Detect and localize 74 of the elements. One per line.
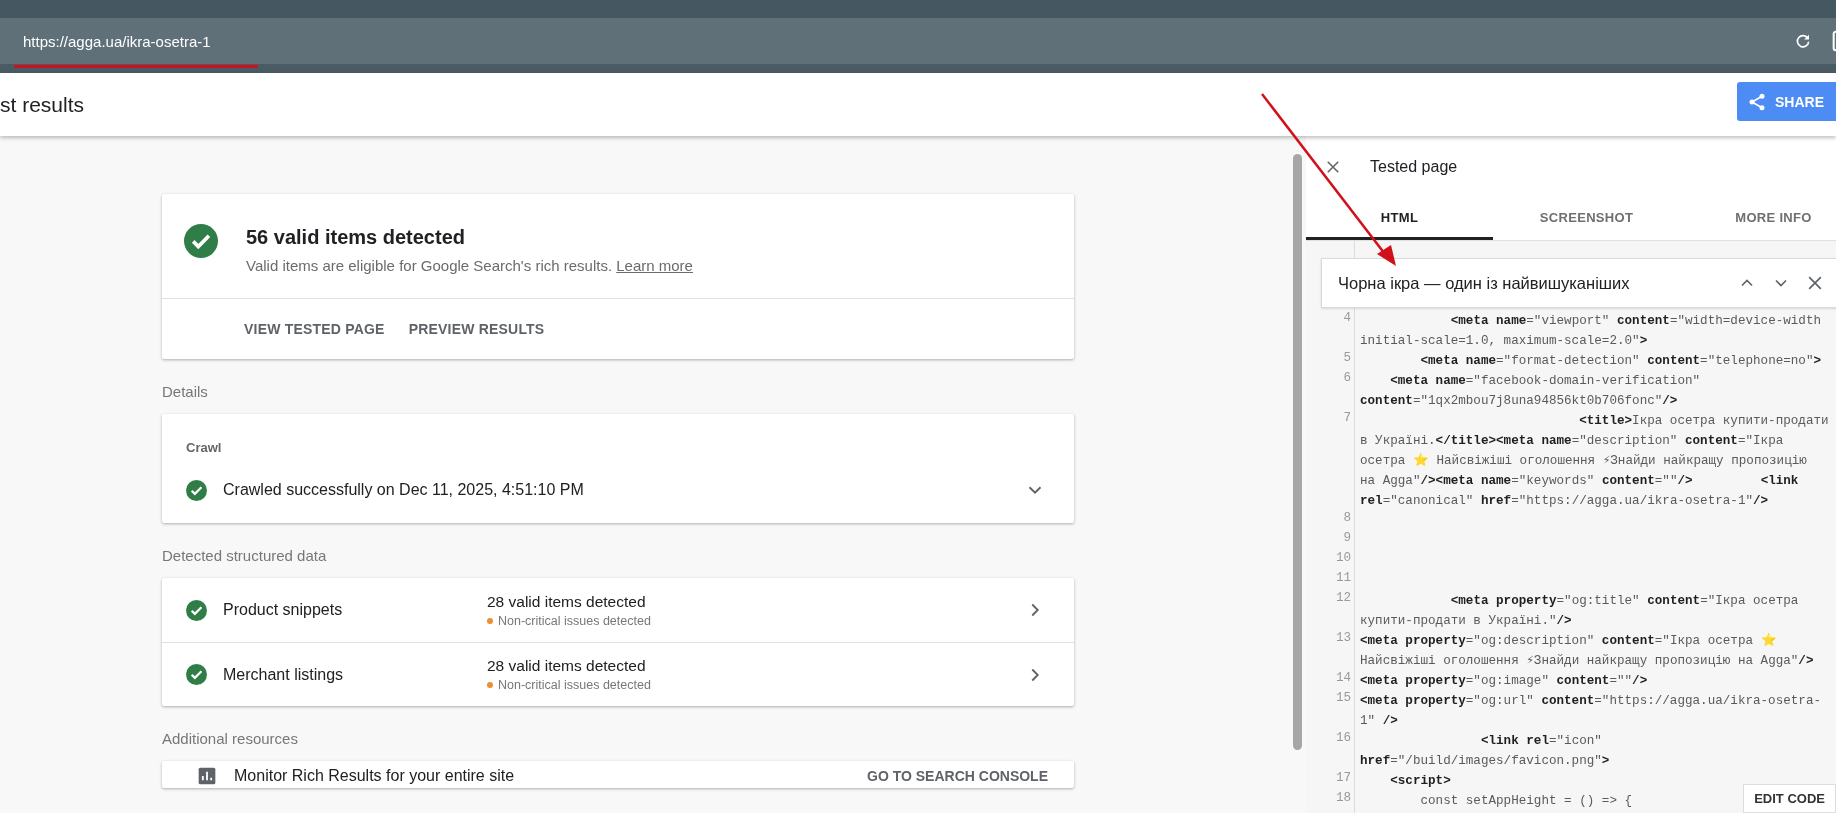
code-line: <script>: [1389, 773, 1451, 790]
resource-text: Monitor Rich Results for your entire site: [234, 767, 516, 785]
issue-note: Non-critical issues detected: [498, 613, 651, 628]
check-circle-icon: [186, 479, 207, 501]
line-number: 14: [1334, 671, 1352, 687]
page-title: st results: [0, 92, 86, 117]
item-type: Merchant listings: [223, 665, 345, 684]
reload-icon[interactable]: [1794, 32, 1812, 50]
card-description: Valid items are eligible for Google Search's rich results. Learn more: [246, 257, 693, 274]
code-line: <meta property="og:url" content="https://agga.ua/ikra-osetra-: [1360, 693, 1822, 710]
code-line: на Agga"/><meta name="keywords" content=""/> <link: [1360, 473, 1799, 490]
close-icon[interactable]: [1324, 158, 1342, 176]
status-dot: [487, 682, 493, 688]
crawl-status: Crawled successfully on Dec 11, 2025, 4:51:10 PM: [223, 481, 585, 499]
line-number: 12: [1334, 591, 1352, 607]
section-heading: Detected structured data: [162, 546, 328, 566]
structured-data-row[interactable]: Merchant listings 28 valid items detected Non-critical issues detected: [162, 642, 1074, 706]
search-field[interactable]: Чорна ікра — один із найвишуканіших: [1322, 273, 1723, 293]
code-line: <meta name="viewport" content="width=device-width: [1449, 313, 1822, 330]
code-line: 1" />: [1360, 713, 1398, 730]
tab[interactable]: SCREENSHOT: [1493, 198, 1680, 240]
code-line: const setAppHeight = () => {: [1419, 793, 1633, 810]
line-number: 6: [1342, 371, 1352, 387]
line-number: 4: [1342, 311, 1352, 327]
status-dot: [487, 617, 493, 624]
check-circle-icon: [186, 664, 207, 685]
section-heading: Additional resources: [162, 729, 299, 749]
code-line: <meta property="og:image" content=""/>: [1360, 673, 1648, 690]
action-button[interactable]: PREVIEW RESULTS: [398, 315, 555, 343]
find-bar[interactable]: Чорна ікра — один із найвишуканіших: [1321, 258, 1836, 308]
code-line: <link rel="icon": [1479, 733, 1602, 750]
code-line: <title>Ікра осетра купити-продати: [1578, 413, 1829, 430]
check-circle-icon: [184, 224, 218, 258]
code-line: осетра ⭐ Найсвіжіші оголошення ⚡Знайди найкращу пропозицію: [1360, 452, 1807, 470]
code-line: купити-продати в Україні."/>: [1360, 613, 1572, 630]
card-title: 56 valid items detected: [246, 226, 466, 249]
line-number: 5: [1342, 351, 1352, 367]
section-heading: Details: [162, 382, 209, 402]
console-link[interactable]: GO TO SEARCH CONSOLE: [867, 768, 1048, 784]
line-number: 7: [1342, 411, 1352, 427]
line-number: 16: [1334, 731, 1352, 747]
code-line: href="/build/images/favicon.png">: [1360, 753, 1610, 770]
scrollbar-thumb[interactable]: [1293, 154, 1302, 750]
panel-title: Tested page: [1370, 158, 1458, 176]
card-label: Crawl: [185, 439, 223, 457]
code-line: initial-scale=1.0, maximum-scale=2.0">: [1360, 333, 1648, 350]
line-number: 9: [1342, 531, 1352, 547]
line-number: 13: [1334, 631, 1352, 647]
line-number: 18: [1334, 791, 1352, 807]
check-circle-icon: [186, 599, 207, 621]
line-number: 15: [1334, 691, 1352, 707]
action-button[interactable]: VIEW TESTED PAGE: [234, 315, 395, 343]
item-type: Product snippets: [223, 601, 344, 619]
code-line: <meta name="format-detection" content="telephone=no">: [1419, 353, 1822, 370]
valid-count: 28 valid items detected: [487, 592, 647, 611]
edit-code-button[interactable]: EDIT CODE: [1743, 784, 1836, 813]
share-button[interactable]: SHARE: [1737, 82, 1836, 121]
share-icon: [1747, 91, 1767, 112]
line-number: 10: [1334, 551, 1352, 567]
learn-more-link[interactable]: Learn more: [616, 257, 693, 274]
line-number: 11: [1334, 571, 1352, 587]
structured-data-row[interactable]: Product snippets 28 valid items detected Non-critical issues detected: [162, 578, 1074, 642]
code-line: <meta name="facebook-domain-verification": [1389, 373, 1701, 390]
code-line: content="1qx2mbou7j8una94856kt0b706fonc"/>: [1360, 393, 1678, 410]
code-line: <meta property="og:description" content="Ікра осетра ⭐: [1360, 632, 1777, 650]
tab[interactable]: MORE INFO: [1680, 198, 1836, 240]
code-line: в Україні.</title><meta name="description" content="Ікра: [1360, 433, 1784, 450]
code-line: <meta property="og:title" content="Ікра осетра: [1449, 593, 1799, 610]
line-number: 17: [1334, 771, 1352, 787]
issue-note: Non-critical issues detected: [498, 678, 651, 692]
code-line: rel="canonical" href="https://agga.ua/ikra-osetra-1"/>: [1360, 493, 1769, 510]
valid-count: 28 valid items detected: [487, 657, 647, 675]
code-line: Найсвіжіші оголошення ⚡Знайди найкращу пропозицію на Agga"/>: [1360, 653, 1814, 670]
line-number: 8: [1342, 511, 1352, 527]
